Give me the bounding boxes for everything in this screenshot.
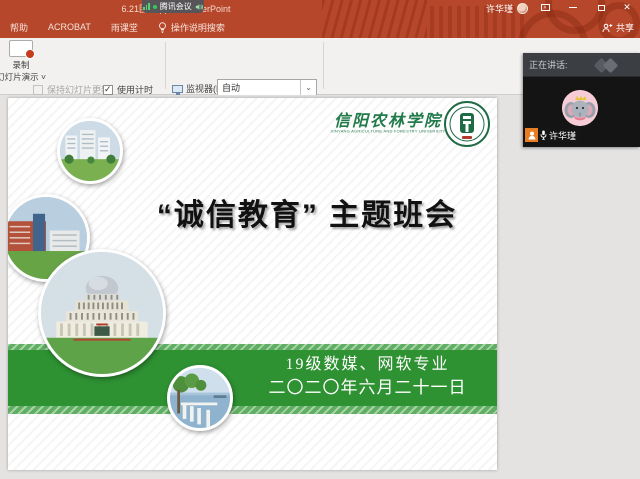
campus-photo1-image <box>60 121 120 181</box>
campus-photo4-image <box>170 368 230 428</box>
account-avatar[interactable] <box>517 3 528 14</box>
participant-video-tile[interactable]: 许华瑾 <box>523 77 640 147</box>
monitor-dropdown-value: 自动 <box>218 81 300 94</box>
speaking-label: 正在讲话: <box>523 58 568 71</box>
share-label: 共享 <box>616 21 634 34</box>
minimize-button[interactable] <box>562 0 584 15</box>
meeting-logo-watermark-icon <box>594 58 628 72</box>
elephant-avatar-image <box>562 90 598 126</box>
share-button[interactable]: 共享 <box>602 21 634 34</box>
ribbon-tab-row: 帮助 ACROBAT 雨课堂 操作说明搜索 <box>0 16 640 38</box>
record-label-line1: 录制 <box>12 59 29 71</box>
meeting-panel-header[interactable]: 正在讲话: <box>523 53 640 77</box>
university-name-en-wrap: XINYANG AGRICULTURE AND FORESTRY UNIVERS… <box>328 129 448 137</box>
restore-icon <box>598 5 605 11</box>
share-person-icon <box>602 23 613 33</box>
tab-rain-classroom[interactable]: 雨课堂 <box>101 16 148 38</box>
tab-help[interactable]: 帮助 <box>0 16 38 38</box>
lightbulb-icon <box>158 22 167 33</box>
university-name-cn[interactable]: 信阳农林学院 <box>328 107 448 131</box>
banner-class-line: 19级数媒、网软专业 <box>260 354 475 376</box>
participant-name-box: 许华瑾 <box>538 128 580 142</box>
monitor-dropdown[interactable]: 自动 ⌄ <box>217 79 317 96</box>
slide-title[interactable]: “诚信教育” 主题班会 <box>123 190 491 234</box>
live-dot-icon <box>153 5 157 9</box>
banner-bottom-stripe <box>8 406 497 414</box>
banner-text[interactable]: 19级数媒、网软专业 二〇二〇年六月二十一日 <box>260 354 475 400</box>
window-header: 6.21团课.pptx - PowerPoint 许华瑾 ˄ ✕ 帮助 ACRO… <box>0 0 640 38</box>
ribbon-display-options-button[interactable]: ˄ <box>534 0 556 15</box>
participant-name: 许华瑾 <box>549 129 576 142</box>
record-label-line2: 幻灯片演示 ˅ <box>0 71 46 83</box>
campus-photo3-image <box>41 252 163 374</box>
record-slideshow-icon <box>9 40 33 57</box>
ribbon-display-options-icon: ˄ <box>541 4 550 11</box>
checkbox-icon <box>103 85 113 95</box>
restore-button[interactable] <box>590 0 612 15</box>
tab-label: ACROBAT <box>48 22 91 32</box>
screen: 6.21团课.pptx - PowerPoint 许华瑾 ˄ ✕ 帮助 ACRO… <box>0 0 640 479</box>
microphone-icon <box>540 130 547 140</box>
tab-label: 雨课堂 <box>111 21 138 34</box>
minimize-icon <box>569 7 577 8</box>
member-icon <box>525 128 538 142</box>
title-bar: 6.21团课.pptx - PowerPoint 许华瑾 ˄ ✕ <box>0 0 640 16</box>
tencent-meeting-pill[interactable]: 腾讯会议 <box>142 0 204 13</box>
university-seal-icon[interactable] <box>442 99 492 149</box>
banner-date-line: 二〇二〇年六月二十一日 <box>260 376 475 400</box>
monitor-icon <box>172 85 183 93</box>
campus-photo-lake[interactable] <box>167 365 233 431</box>
tab-acrobat[interactable]: ACROBAT <box>38 16 101 38</box>
close-button[interactable]: ✕ <box>616 0 638 15</box>
signal-strength-icon <box>143 3 150 10</box>
tab-label: 操作说明搜索 <box>171 21 225 34</box>
participant-name-bar: 许华瑾 <box>525 128 580 142</box>
chevron-down-icon: ⌄ <box>300 80 316 95</box>
account-area[interactable]: 许华瑾 <box>486 2 528 15</box>
university-name-en: XINYANG AGRICULTURE AND FORESTRY UNIVERS… <box>328 129 448 134</box>
account-name: 许华瑾 <box>486 2 513 15</box>
tab-label: 帮助 <box>10 21 28 34</box>
meeting-video-panel[interactable]: 正在讲话: <box>523 53 640 147</box>
campus-photo-buildings[interactable] <box>57 118 123 184</box>
tell-me-search[interactable]: 操作说明搜索 <box>148 16 235 38</box>
checkbox-icon <box>33 85 43 95</box>
group-separator <box>165 42 166 89</box>
participant-avatar <box>562 90 598 126</box>
campus-photo-dome-building[interactable] <box>38 249 166 377</box>
speaker-icon[interactable] <box>195 3 203 11</box>
slide-canvas[interactable]: 信阳农林学院 XINYANG AGRICULTURE AND FORESTRY … <box>8 98 497 470</box>
editing-workspace: 信阳农林学院 XINYANG AGRICULTURE AND FORESTRY … <box>0 95 640 479</box>
group-separator <box>323 42 324 89</box>
meeting-app-name: 腾讯会议 <box>160 1 192 12</box>
